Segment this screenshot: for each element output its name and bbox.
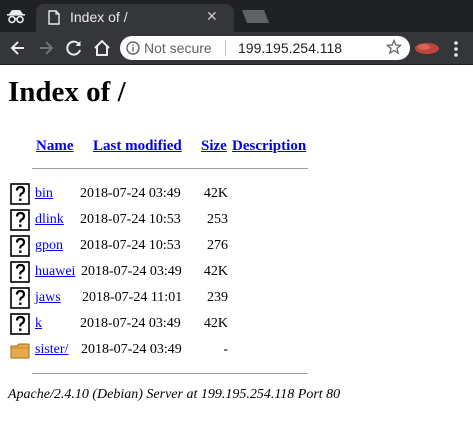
list-item: dlink 2018-07-24 10:53 253 [0,209,473,231]
list-item: gpon 2018-07-24 10:53 276 [0,235,473,257]
kebab-menu-icon[interactable] [450,40,462,58]
file-link[interactable]: dlink [35,212,64,228]
size-cell: 42K [203,186,228,201]
unknown-file-icon [10,287,30,309]
unknown-file-icon [10,183,30,205]
size-cell: 42K [203,264,228,279]
last-modified-cell: 2018-07-24 03:49 [80,316,181,331]
info-icon[interactable] [126,41,140,55]
sort-by-name-link[interactable]: Name [36,137,74,155]
incognito-icon [7,10,25,24]
size-cell: 253 [207,212,228,227]
unknown-file-icon [10,313,30,335]
unknown-file-icon [10,209,30,231]
footer-divider [32,373,308,374]
document-icon [48,10,60,25]
tab-title: Index of / [70,9,128,25]
file-link[interactable]: bin [35,186,53,202]
list-item: k 2018-07-24 03:49 42K [0,313,473,335]
sort-by-size-link[interactable]: Size [201,137,227,155]
tab-strip: Index of / ✕ [0,0,473,32]
omnibox-divider [225,41,226,55]
file-link[interactable]: gpon [35,238,63,254]
page-title: Index of / [8,76,126,108]
list-item: bin 2018-07-24 03:49 42K [0,183,473,205]
security-label[interactable]: Not secure [144,40,212,56]
new-tab-button[interactable] [238,9,270,24]
reload-icon[interactable] [64,38,84,58]
last-modified-cell: 2018-07-24 03:49 [81,264,182,279]
file-link[interactable]: jaws [35,290,61,306]
address-bar[interactable]: Not secure 199.195.254.118 [120,36,410,60]
folder-icon [10,339,30,361]
size-cell: - [223,342,228,357]
last-modified-cell: 2018-07-24 10:53 [80,238,181,253]
url-text[interactable]: 199.195.254.118 [238,40,342,56]
list-item: huawei 2018-07-24 03:49 42K [0,261,473,283]
server-signature: Apache/2.4.10 (Debian) Server at 199.195… [8,387,341,402]
star-icon[interactable] [386,39,402,55]
list-item: sister/2018-07-24 03:49 - [0,339,473,361]
unknown-file-icon [10,261,30,283]
browser-toolbar: Not secure 199.195.254.118 [0,32,473,65]
forward-arrow-icon[interactable] [36,38,56,58]
file-link[interactable]: huawei [35,264,75,280]
size-cell: 276 [207,238,228,253]
sort-by-last-modified-link[interactable]: Last modified [93,137,182,155]
last-modified-cell: 2018-07-24 03:49 [80,186,181,201]
close-tab-icon[interactable]: ✕ [206,10,218,24]
last-modified-cell: 2018-07-24 03:49 [81,342,182,357]
profile-icon[interactable] [414,42,440,55]
list-item: jaws 2018-07-24 11:01 239 [0,287,473,309]
last-modified-cell: 2018-07-24 10:53 [80,212,181,227]
back-arrow-icon[interactable] [8,38,28,58]
header-divider [32,168,308,169]
size-cell: 239 [207,290,228,305]
active-tab[interactable]: Index of / ✕ [36,4,234,32]
sort-by-description-link[interactable]: Description [232,137,306,155]
last-modified-cell: 2018-07-24 11:01 [82,290,183,305]
file-link[interactable]: k [35,316,42,332]
size-cell: 42K [203,316,228,331]
home-icon[interactable] [92,38,112,58]
unknown-file-icon [10,235,30,257]
file-link[interactable]: sister/ [35,342,68,358]
